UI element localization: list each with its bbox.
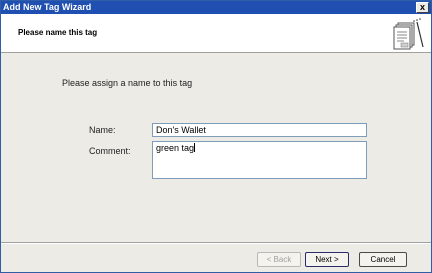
comment-value: green tag [156,143,195,153]
next-button[interactable]: Next > [305,252,349,267]
cancel-button[interactable]: Cancel [359,252,407,267]
window-title: Add New Tag Wizard [3,2,92,12]
wizard-window: Add New Tag Wizard x Please name this ta… [0,0,432,273]
comment-field[interactable]: green tag [152,141,367,179]
comment-label: Comment: [89,146,131,156]
wizard-pages-icon [393,18,424,50]
close-icon: x [419,2,425,12]
page-title: Please name this tag [18,28,98,37]
name-value: Don's Wallet [156,125,206,135]
name-field[interactable]: Don's Wallet [152,123,367,137]
title-bar[interactable]: Add New Tag Wizard x [1,1,431,14]
footer-divider [1,242,431,244]
text-caret [194,143,196,152]
back-button[interactable]: < Back [257,252,301,267]
name-label: Name: [89,125,116,135]
close-button[interactable]: x [416,2,429,13]
intro-text: Please assign a name to this tag [62,78,193,88]
wizard-header: Please name this tag [1,14,431,53]
